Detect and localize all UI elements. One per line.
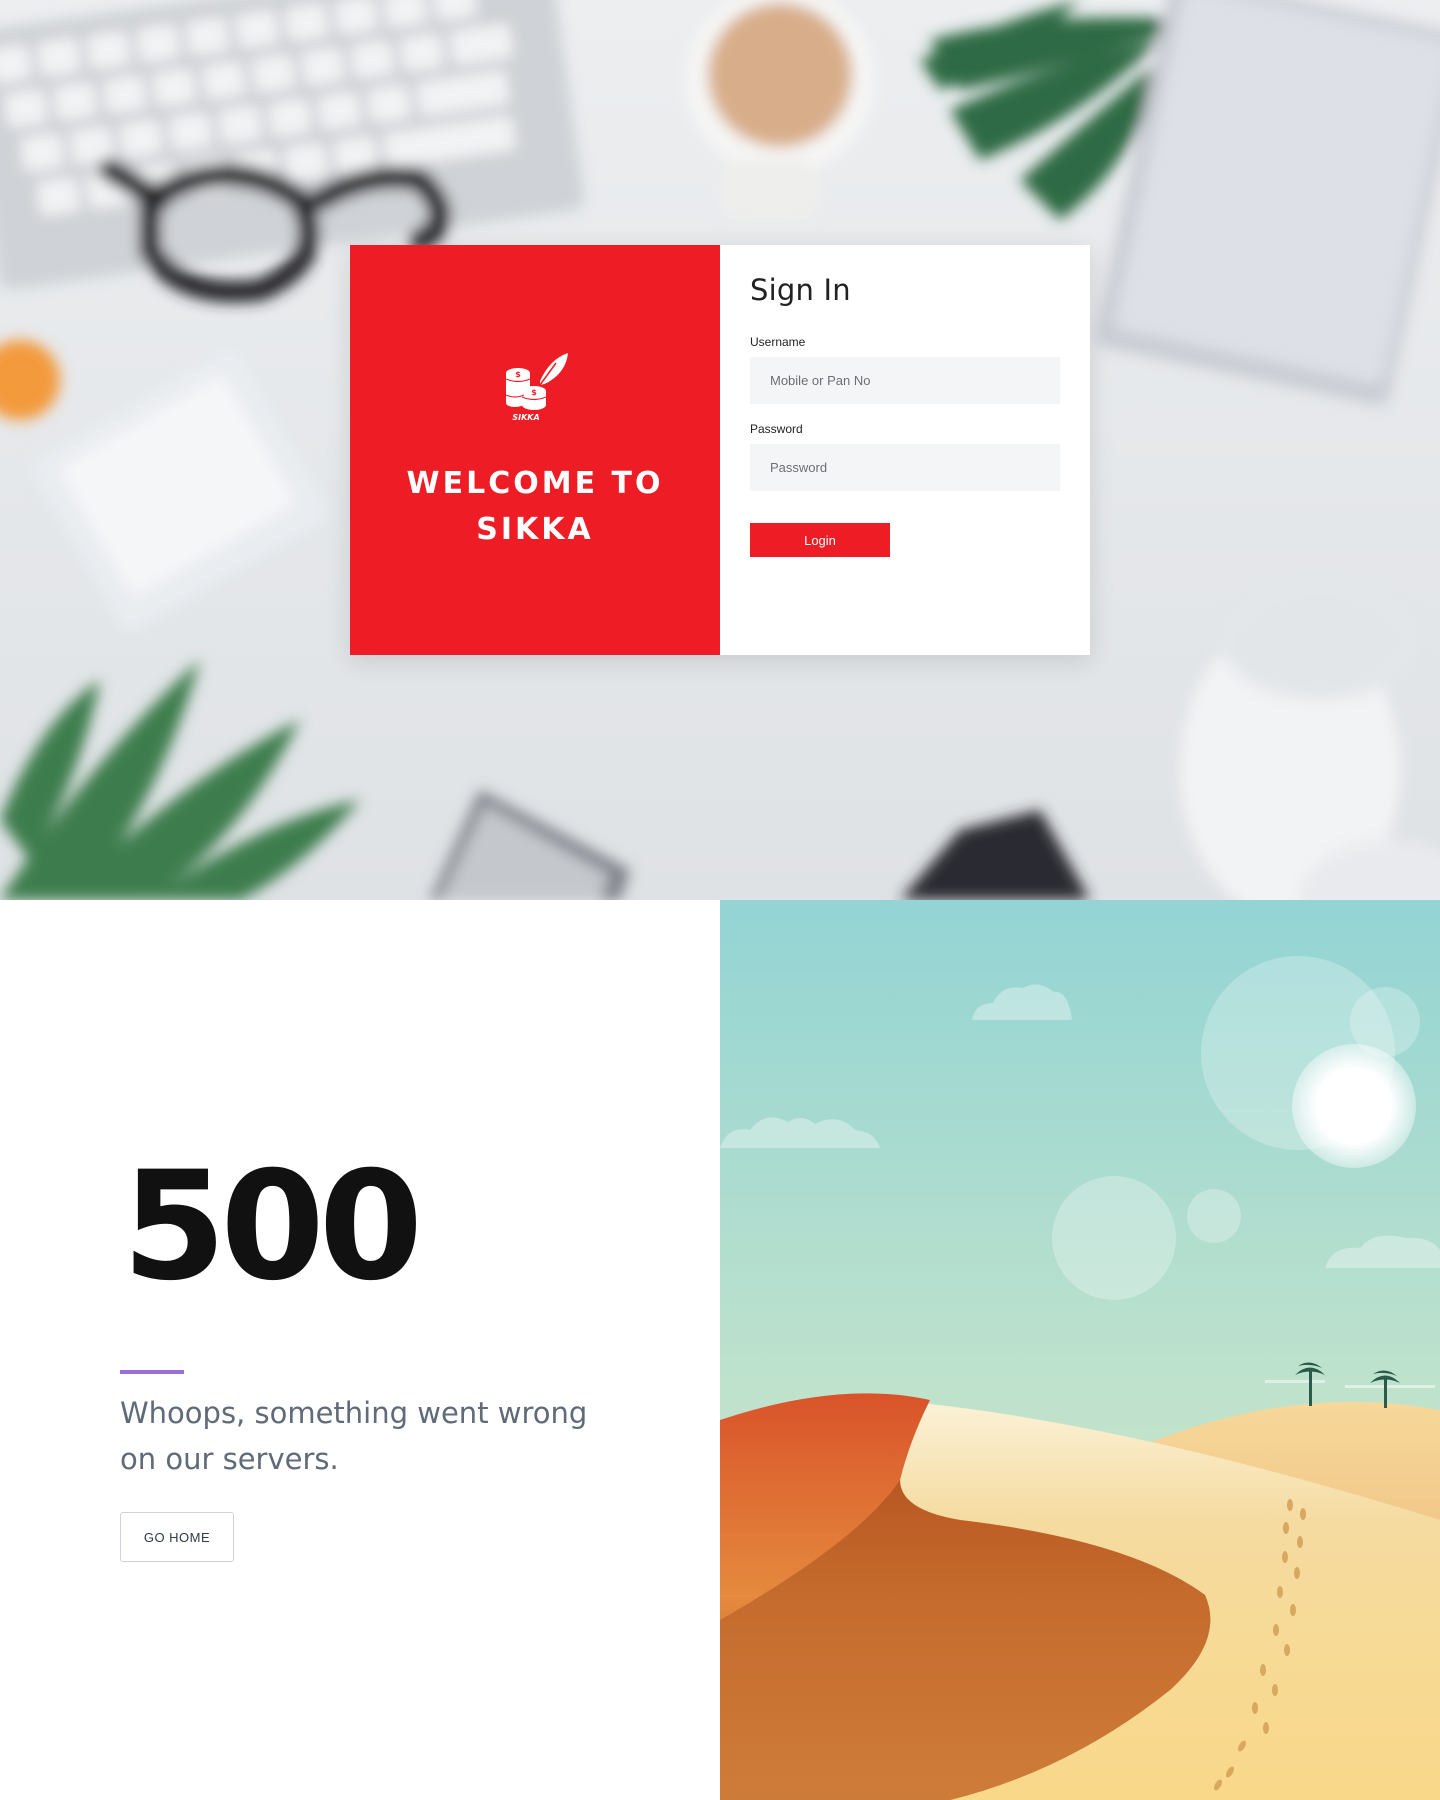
svg-text:$: $ — [531, 388, 537, 397]
svg-text:$: $ — [515, 370, 521, 379]
accent-divider — [120, 1370, 184, 1374]
desert-illustration — [720, 900, 1440, 1800]
username-label: Username — [750, 335, 806, 349]
login-button[interactable]: Login — [750, 523, 890, 557]
password-input[interactable] — [750, 444, 1060, 491]
logo-text: SIKKA — [512, 413, 539, 422]
go-home-button[interactable]: GO HOME — [120, 1512, 234, 1562]
signin-form: Sign In Username Password Login — [720, 245, 1090, 655]
error-code: 500 — [122, 1140, 423, 1314]
signin-card: $ $ SIKKA WELCOME TO SIKKA Sign In Usern… — [350, 245, 1090, 655]
error-content: 500 Whoops, something went wrong on our … — [0, 900, 720, 1800]
desert-scene-image — [720, 900, 1440, 1800]
sikka-coins-logo-icon: $ $ SIKKA — [505, 353, 568, 422]
username-input[interactable] — [750, 357, 1060, 404]
error-message: Whoops, something went wrong on our serv… — [120, 1396, 588, 1476]
welcome-panel: $ $ SIKKA WELCOME TO SIKKA — [350, 245, 720, 655]
welcome-heading: WELCOME TO SIKKA — [406, 466, 664, 547]
password-label: Password — [750, 422, 803, 436]
login-hero: $ $ SIKKA WELCOME TO SIKKA Sign In Usern… — [0, 0, 1440, 900]
signin-title: Sign In — [750, 273, 851, 307]
